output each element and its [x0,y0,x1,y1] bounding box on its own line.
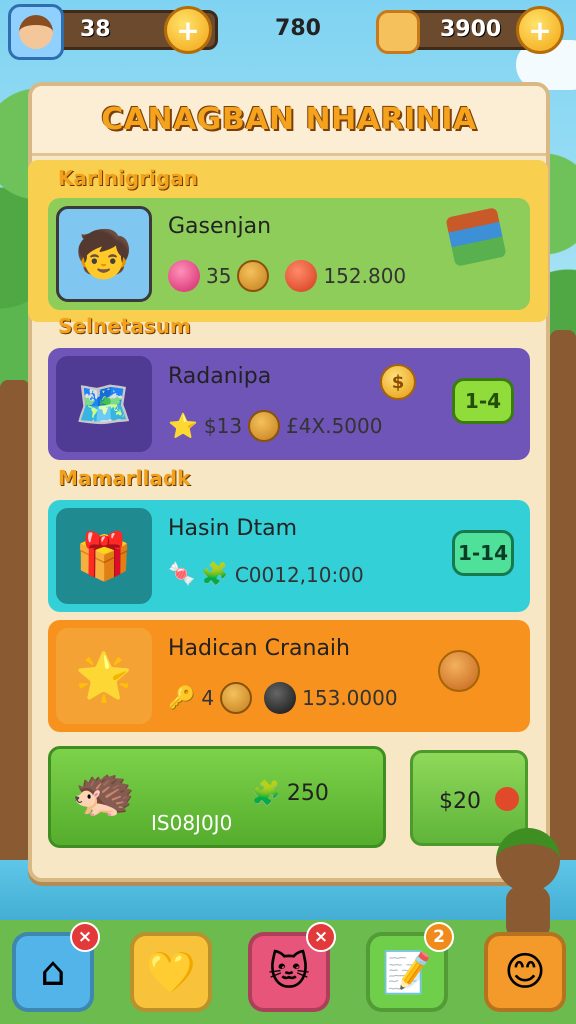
bomb-icon [264,682,297,714]
center-counter: 780 [275,16,321,41]
bonus-card[interactable]: 🦔 🧩 250 IS08J0J0 [48,746,386,848]
heart-icon: 💛 [146,949,196,996]
item-card-hasin-dtam[interactable]: 🎁 Hasin Dtam 🍬 🧩 C0012,10:00 1-14 [48,500,530,612]
bonus-value: 🧩 250 [251,779,329,807]
card-action-button[interactable]: 1-14 [452,530,514,576]
avatar-icon [19,15,53,49]
top-hud: 38 + 780 3900 + [8,4,568,60]
stat-value-2: 152.800 [323,264,407,288]
edit-icon: 📝 [382,949,432,996]
player-avatar[interactable] [8,4,64,60]
bonus-subtext: IS08J0J0 [151,811,233,835]
left-resource-value: 38 [80,17,111,42]
heart-button[interactable]: 💛 [130,932,212,1012]
puzzle-icon: 🧩 [251,779,281,807]
stat-value: 4 [201,686,215,710]
coin-icon [438,650,480,692]
gem-icon [168,260,200,292]
coin-icon [220,682,253,714]
dollar-icon: $ [380,364,416,400]
item-card-radanipa[interactable]: 🗺️ Radanipa $ ⭐ $13 £4X.5000 1-4 [48,348,530,460]
balloon-icon [285,260,318,292]
smile-button[interactable]: 😊 [484,932,566,1012]
panel-title: CANAGBAN NHARINIA [101,102,477,137]
monkey-mascot [478,820,574,940]
card-stats: 🔑 4 153.0000 [168,682,398,714]
star-icon: ⭐ [168,412,198,440]
section-label-2: Selnetasum [58,314,191,338]
puzzle-icon: 🧩 [201,562,229,587]
treasure-map-icon: 🗺️ [56,356,152,452]
item-card-gasenjan[interactable]: 🧒 Gasenjan 35 152.800 [48,198,530,310]
stat-value: $13 [203,414,243,438]
add-left-resource-button[interactable]: + [164,6,212,54]
key-icon: 🔑 [168,685,196,711]
bonus-amount: 250 [286,780,329,806]
stat-value: 35 [206,264,232,288]
panel-title-bar: CANAGBAN NHARINIA [32,86,546,156]
right-resource-value: 3900 [440,17,502,42]
home-icon: ⌂ [40,949,66,995]
notification-badge: × [306,922,336,952]
gift-box-icon: 🎁 [56,508,152,604]
item-card-hadican-cranaih[interactable]: 🌟 Hadican Cranaih 🔑 4 153.0000 [48,620,530,732]
smile-icon: 😊 [504,949,546,995]
books-icon [445,207,507,267]
balloon-icon [495,787,519,811]
notification-badge: × [70,922,100,952]
character-portrait-icon: 🧒 [56,206,152,302]
cat-icon [376,10,420,54]
card-title: Gasenjan [168,214,272,239]
card-title: Hasin Dtam [168,516,298,541]
coin-icon [237,260,270,292]
card-stats: 🍬 🧩 C0012,10:00 [168,562,364,587]
pet-icon: 🐱 [268,949,310,995]
stat-value-2: 153.0000 [302,686,398,710]
price-value: $20 [439,789,481,814]
card-action-button[interactable]: 1-4 [452,378,514,424]
coin-icon [248,410,281,442]
section-label-1: Karlnigrigan [58,166,198,190]
candy-icon: 🍬 [168,562,196,587]
add-right-resource-button[interactable]: + [516,6,564,54]
card-stats: 35 152.800 [168,260,406,292]
section-label-3: Mamarlladk [58,466,191,490]
card-title: Hadican Cranaih [168,636,350,661]
creature-icon: 🦔 [71,762,136,822]
stat-value-2: £4X.5000 [286,414,383,438]
card-title: Radanipa [168,364,272,389]
stat-value: C0012,10:00 [234,562,364,587]
star-character-icon: 🌟 [56,628,152,724]
notification-badge: 2 [424,922,454,952]
card-stats: ⭐ $13 £4X.5000 [168,410,382,442]
